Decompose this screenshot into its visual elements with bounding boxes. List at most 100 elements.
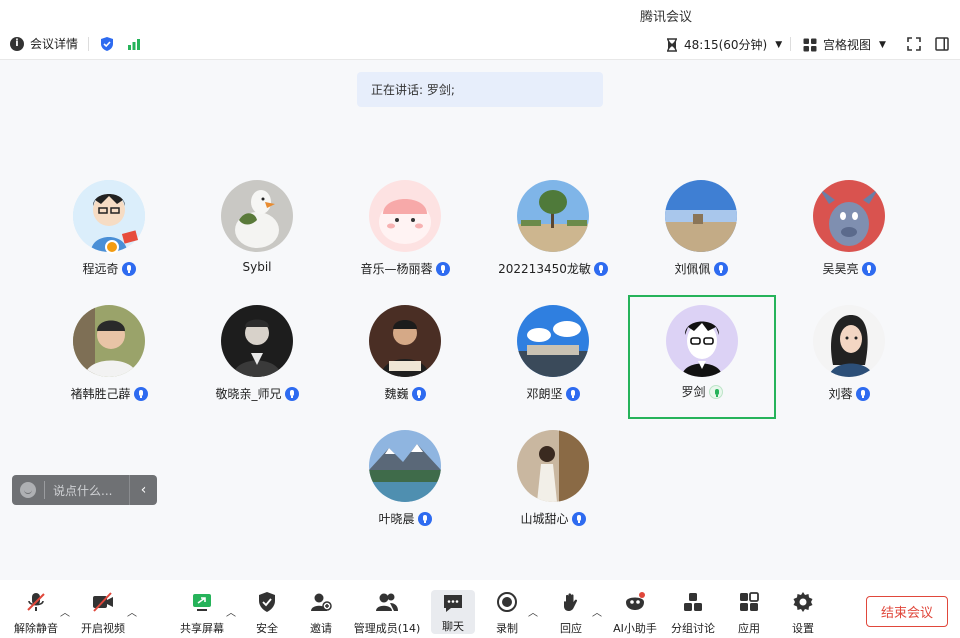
participant-name-row: 敬晓亲_师兄: [183, 385, 331, 402]
participant-tile[interactable]: 褚韩胜己薜: [35, 305, 183, 429]
fullscreen-icon[interactable]: [907, 37, 921, 51]
chat-bubble-icon: [441, 592, 465, 614]
participant-name-row: 邓朗坚: [479, 385, 627, 402]
window-title: 腾讯会议: [640, 10, 693, 25]
title-bar: 腾讯会议: [0, 0, 960, 28]
participant-tile[interactable]: 202213450龙敏: [479, 180, 627, 304]
share-screen-button[interactable]: 共享屏幕: [178, 580, 226, 638]
participant-tile[interactable]: 刘佩佩: [627, 180, 775, 304]
chevron-up-icon[interactable]: ︿: [127, 604, 137, 619]
participant-tile[interactable]: 程远奇: [35, 180, 183, 304]
participant-name-row: 吴昊亮: [775, 260, 923, 277]
meeting-top-bar: i 会议详情 48:15(60分钟) ▼ 宫格视图 ▼: [0, 28, 960, 60]
meeting-info-label: 会议详情: [30, 37, 79, 51]
record-icon: [495, 590, 519, 614]
gear-icon: [791, 590, 815, 614]
bottom-toolbar: 解除静音 ︿ 开启视频 ︿ 共享屏幕 ︿ 安全 邀请 管理成员(14) 聊天 录…: [0, 580, 960, 638]
start-video-button[interactable]: 开启视频: [78, 580, 128, 638]
view-label: 宫格视图: [823, 38, 872, 52]
divider: [790, 37, 791, 51]
signal-icon[interactable]: [127, 37, 141, 51]
ai-assistant-label: AI小助手: [613, 622, 657, 635]
participant-name-row: 山城甜心: [479, 510, 627, 527]
active-speaker-banner: 正在讲话: 罗剑;: [357, 72, 603, 107]
participant-tile[interactable]: 魏巍: [331, 305, 479, 429]
apps-grid-icon: [737, 590, 761, 614]
chat-quick-input[interactable]: 说点什么... ‹: [12, 475, 157, 505]
security-button[interactable]: 安全: [248, 580, 286, 638]
participant-name: 音乐—杨丽蓉: [360, 262, 433, 276]
invite-button[interactable]: 邀请: [302, 580, 340, 638]
shield-check-icon[interactable]: [99, 36, 115, 52]
end-meeting-button[interactable]: 结束会议: [866, 596, 948, 627]
chevron-down-icon: ▼: [775, 39, 783, 50]
start-video-label: 开启视频: [81, 622, 125, 635]
meeting-info-button[interactable]: i 会议详情: [10, 35, 78, 52]
participant-tile[interactable]: 邓朗坚: [479, 305, 627, 429]
emoji-icon[interactable]: [20, 482, 36, 498]
collapse-chevron-icon[interactable]: ‹: [129, 475, 157, 505]
ai-assistant-button[interactable]: AI小助手: [612, 580, 658, 638]
apps-button[interactable]: 应用: [732, 580, 766, 638]
unmute-button[interactable]: 解除静音: [12, 580, 60, 638]
participant-tile[interactable]: Sybil: [183, 180, 331, 304]
participant-tile[interactable]: 吴昊亮: [775, 180, 923, 304]
chat-placeholder[interactable]: 说点什么...: [53, 482, 129, 499]
chevron-up-icon[interactable]: ︿: [592, 604, 602, 619]
apps-label: 应用: [738, 622, 760, 635]
sidebar-toggle-icon[interactable]: [935, 37, 949, 51]
participant-tile[interactable]: 刘蓉: [775, 305, 923, 429]
participant-name-row: 程远奇: [35, 260, 183, 277]
meeting-timer[interactable]: 48:15(60分钟) ▼: [666, 36, 782, 53]
security-label: 安全: [256, 622, 278, 635]
microphone-icon: [593, 261, 608, 276]
chevron-up-icon[interactable]: ︿: [528, 604, 538, 619]
participant-name: 山城甜心: [520, 512, 569, 526]
divider: [44, 481, 45, 499]
microphone-icon: [133, 386, 148, 401]
record-label: 录制: [496, 622, 518, 635]
participant-name-row: 魏巍: [331, 385, 479, 402]
avatar: [665, 180, 737, 252]
timer-label: 48:15(60分钟): [684, 38, 768, 52]
info-icon: i: [10, 36, 24, 51]
microphone-icon: [565, 386, 580, 401]
robot-icon: [623, 590, 647, 614]
chat-label: 聊天: [442, 620, 464, 633]
avatar: [221, 305, 293, 377]
react-label: 回应: [560, 622, 582, 635]
participant-name-row: 202213450龙敏: [479, 260, 627, 277]
participant-name: 邓朗坚: [526, 387, 563, 401]
settings-button[interactable]: 设置: [786, 580, 820, 638]
participant-tile[interactable]: 敬晓亲_师兄: [183, 305, 331, 429]
host-badge: [105, 240, 119, 254]
participant-tile[interactable]: 山城甜心: [479, 430, 627, 554]
participant-name: 吴昊亮: [822, 262, 859, 276]
chevron-up-icon[interactable]: ︿: [226, 604, 236, 619]
avatar: [73, 305, 145, 377]
avatar: [813, 180, 885, 252]
record-button[interactable]: 录制: [490, 580, 524, 638]
chat-button[interactable]: 聊天: [431, 590, 475, 634]
chevron-up-icon[interactable]: ︿: [60, 604, 70, 619]
participant-tile-active-speaker[interactable]: 罗剑: [628, 295, 776, 419]
participant-name: 褚韩胜己薜: [70, 387, 131, 401]
react-button[interactable]: 回应: [554, 580, 588, 638]
view-switch-button[interactable]: 宫格视图 ▼: [803, 36, 886, 53]
avatar: [517, 305, 589, 377]
manage-members-button[interactable]: 管理成员(14): [352, 580, 422, 638]
settings-label: 设置: [792, 622, 814, 635]
participant-name-row: 叶晓晨: [331, 510, 479, 527]
microphone-icon: [861, 261, 876, 276]
avatar: [666, 305, 738, 377]
microphone-icon: [713, 261, 728, 276]
participant-tile[interactable]: 叶晓晨: [331, 430, 479, 554]
hand-wave-icon: [559, 590, 583, 614]
breakout-button[interactable]: 分组讨论: [668, 580, 718, 638]
avatar: [369, 305, 441, 377]
participant-tile[interactable]: 音乐—杨丽蓉: [331, 180, 479, 304]
camera-off-icon: [91, 590, 115, 614]
members-icon: [375, 590, 399, 614]
add-user-icon: [309, 590, 333, 614]
mic-muted-icon: [24, 590, 48, 614]
